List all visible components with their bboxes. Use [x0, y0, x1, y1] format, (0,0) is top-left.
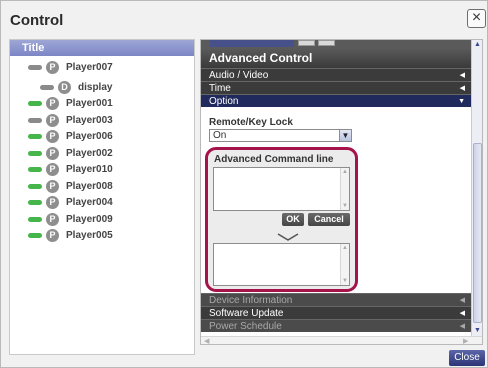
advanced-control-header: Advanced Control — [201, 49, 471, 68]
menu-label: Audio / Video — [209, 70, 269, 81]
player-badge-icon: P — [46, 96, 59, 110]
tree-node-label: Player001 — [66, 97, 113, 109]
menu-audio-video[interactable]: Audio / Video ◀ — [201, 68, 471, 81]
tree-node-label: Player008 — [66, 180, 113, 192]
textarea-scrollbar[interactable]: ▲ ▼ — [340, 168, 349, 210]
status-indicator-icon — [28, 166, 42, 172]
player-badge-icon: P — [46, 113, 59, 127]
tree-node-label: Player007 — [66, 61, 113, 73]
tree-node-label: Player005 — [66, 229, 113, 241]
status-indicator-icon — [28, 216, 42, 222]
tree-node-label: Player003 — [66, 114, 113, 126]
menu-label: Software Update — [209, 308, 284, 319]
tree-node-label: Player006 — [66, 130, 113, 142]
status-indicator-icon — [28, 183, 42, 189]
menu-label: Time — [209, 83, 231, 94]
tree-node-player007[interactable]: P Player007 — [28, 60, 113, 74]
device-tree: Title P Player007 Ddisplay P Player001 P Playe… — [9, 39, 195, 355]
status-indicator-icon — [28, 150, 42, 156]
close-icon[interactable]: × — [467, 9, 486, 28]
tree-node-player003[interactable]: P Player003 — [28, 113, 113, 127]
status-indicator-icon — [40, 84, 54, 90]
scroll-left-icon[interactable]: ◀ — [204, 337, 209, 344]
chevron-down-icon — [277, 233, 299, 241]
advanced-control-panel: Advanced Control Audio / Video ◀ Time ◀ … — [200, 39, 483, 345]
tree-node-player009[interactable]: P Player009 — [28, 212, 113, 226]
chevron-down-icon[interactable]: ▼ — [339, 130, 351, 141]
player-badge-icon: P — [46, 60, 59, 74]
scroll-up-icon[interactable]: ▲ — [341, 245, 349, 251]
tree-node-label: Player002 — [66, 147, 113, 159]
select-value: On — [213, 130, 227, 141]
player-badge-icon: P — [46, 146, 59, 160]
command-input-textarea[interactable]: ▲ ▼ — [213, 167, 350, 211]
status-indicator-icon — [28, 64, 42, 70]
tree-node-label: Player009 — [66, 213, 113, 225]
collapse-arrow-icon: ◀ — [459, 323, 465, 330]
player-badge-icon: P — [46, 162, 59, 176]
player-badge-icon: P — [46, 228, 59, 242]
tree-node-player008[interactable]: P Player008 — [28, 179, 113, 193]
settings-icon[interactable] — [318, 40, 335, 46]
tree-node-player006[interactable]: P Player006 — [28, 129, 113, 143]
vertical-scrollbar[interactable]: ▲ ▼ — [471, 40, 482, 336]
status-indicator-icon — [28, 199, 42, 205]
status-indicator-icon — [28, 133, 42, 139]
menu-label: Device Information — [209, 295, 293, 306]
horizontal-scrollbar[interactable]: ◀ ▶ — [201, 336, 482, 344]
scroll-down-icon[interactable]: ▼ — [341, 203, 349, 209]
tree-node-player004[interactable]: P Player004 — [28, 195, 113, 209]
command-output-textarea[interactable]: ▲ ▼ — [213, 243, 350, 286]
player-badge-icon: P — [46, 195, 59, 209]
scroll-thumb[interactable] — [473, 143, 482, 323]
remote-key-lock-label: Remote/Key Lock — [209, 117, 293, 128]
cancel-button[interactable]: Cancel — [308, 213, 350, 226]
control-dialog: Control × Title P Player007 Ddisplay P Playe… — [0, 0, 488, 368]
menu-label: Power Schedule — [209, 321, 282, 332]
advanced-command-highlight: Advanced Command line ▲ ▼ OK Cancel ▲ ▼ — [205, 147, 358, 292]
scroll-down-icon[interactable]: ▼ — [472, 326, 482, 336]
status-indicator-icon — [28, 117, 42, 123]
tree-node-player002[interactable]: P Player002 — [28, 146, 113, 160]
menu-label: Option — [209, 96, 239, 107]
search-icon[interactable] — [298, 40, 315, 46]
tree-node-player010[interactable]: P Player010 — [28, 162, 113, 176]
top-tab-strip — [201, 40, 471, 49]
display-badge-icon: D — [58, 80, 71, 94]
tree-node-player005[interactable]: P Player005 — [28, 228, 113, 242]
tree-node-label: Player004 — [66, 196, 113, 208]
player-badge-icon: P — [46, 129, 59, 143]
player-badge-icon: P — [46, 212, 59, 226]
remote-key-lock-select[interactable]: On ▼ — [209, 129, 352, 142]
menu-option[interactable]: Option ▼ — [201, 94, 471, 107]
close-button[interactable]: Close — [449, 350, 485, 366]
tree-node-label: Player010 — [66, 163, 113, 175]
scroll-down-icon[interactable]: ▼ — [341, 278, 349, 284]
expand-arrow-icon: ▼ — [458, 98, 465, 105]
menu-time[interactable]: Time ◀ — [201, 81, 471, 94]
advanced-command-label: Advanced Command line — [214, 154, 334, 165]
tree-node-label: display — [78, 81, 113, 93]
tree-header: Title — [10, 40, 194, 56]
tree-node-display[interactable]: Ddisplay — [40, 80, 112, 94]
dialog-title: Control — [10, 12, 64, 29]
ok-button[interactable]: OK — [282, 213, 304, 226]
status-indicator-icon — [28, 100, 42, 106]
option-content: Remote/Key Lock On ▼ Advanced Command li… — [201, 109, 471, 293]
menu-power-schedule[interactable]: Power Schedule ◀ — [201, 319, 471, 332]
scroll-right-icon[interactable]: ▶ — [463, 337, 468, 344]
menu-device-information[interactable]: Device Information ◀ — [201, 293, 471, 306]
tree-node-player001[interactable]: P Player001 — [28, 96, 113, 110]
scroll-up-icon[interactable]: ▲ — [472, 40, 482, 50]
player-badge-icon: P — [46, 179, 59, 193]
status-indicator-icon — [28, 232, 42, 238]
menu-software-update[interactable]: Software Update ◀ — [201, 306, 471, 319]
textarea-scrollbar[interactable]: ▲ ▼ — [340, 244, 349, 285]
scroll-up-icon[interactable]: ▲ — [341, 169, 349, 175]
top-tab[interactable] — [210, 40, 294, 47]
